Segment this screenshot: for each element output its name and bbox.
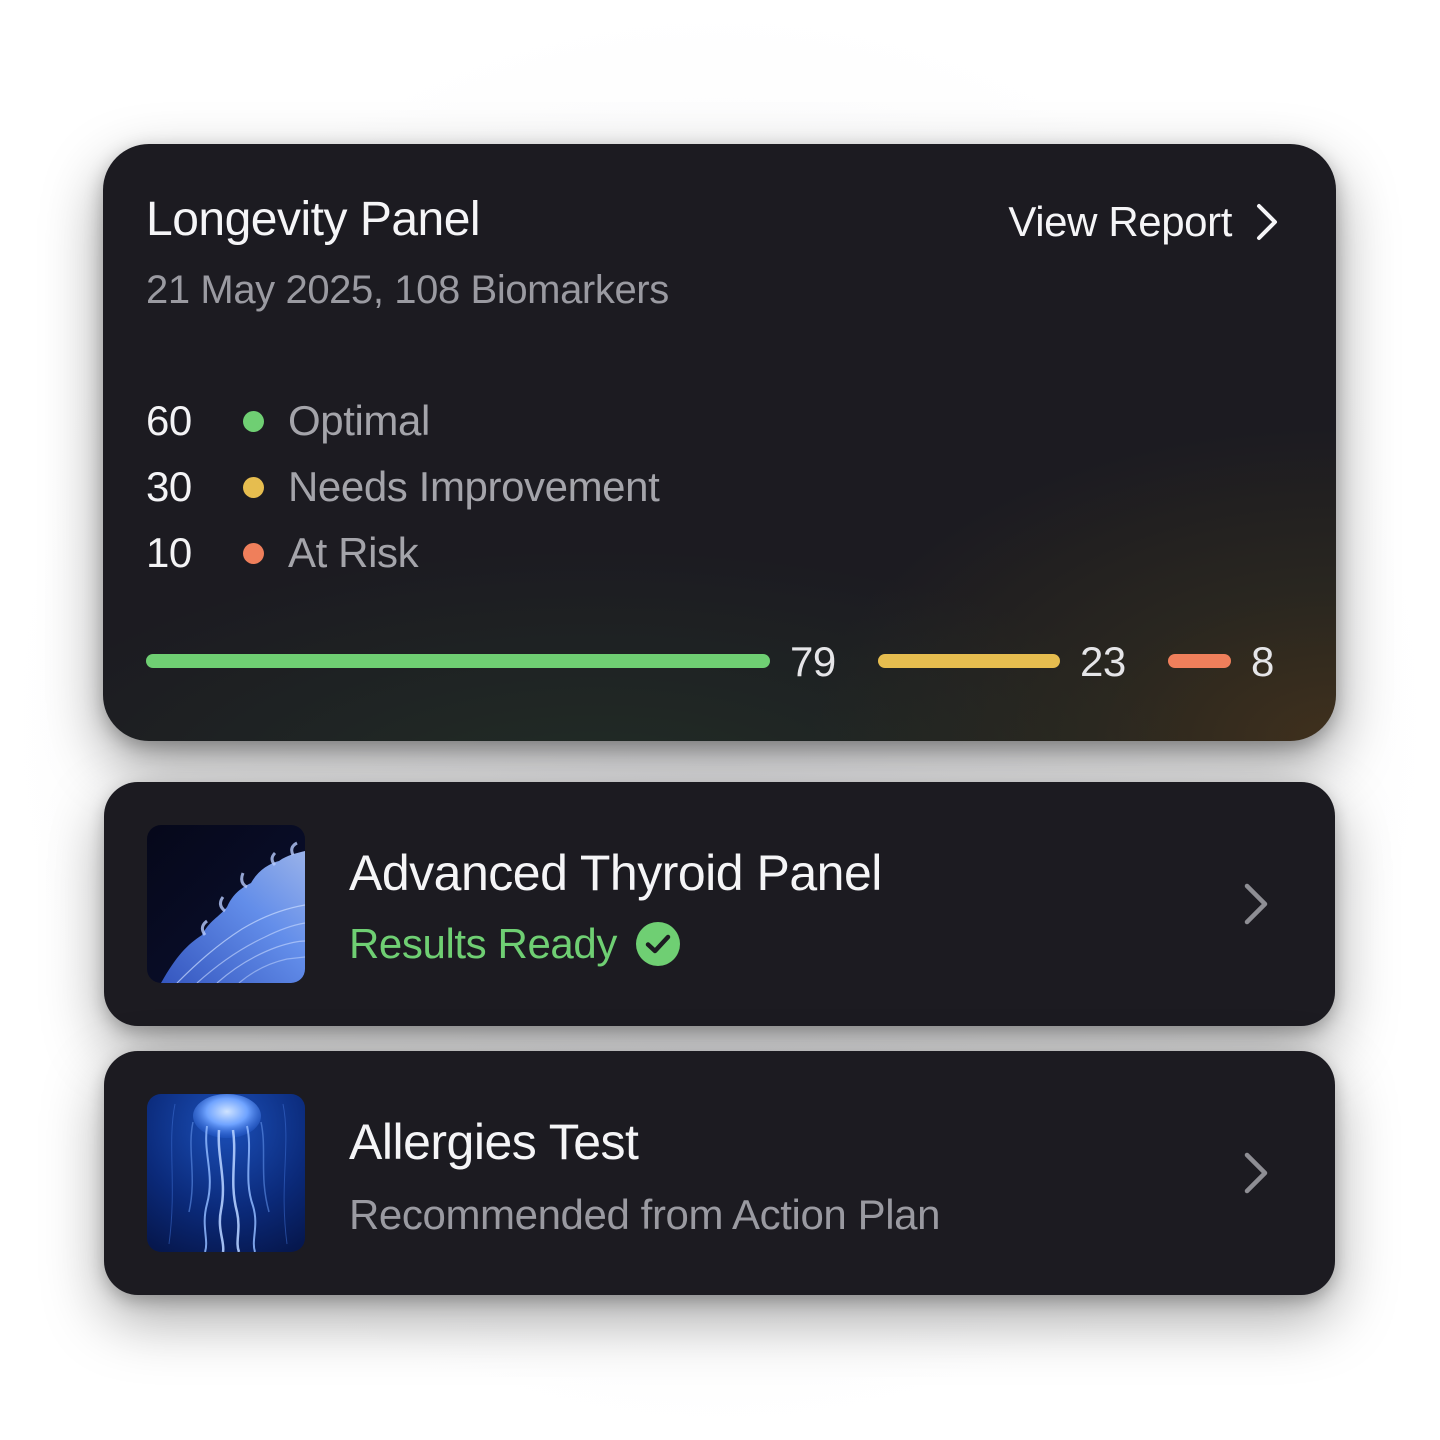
- page: Longevity Panel 21 May 2025, 108 Biomark…: [0, 0, 1440, 1440]
- legend-count: 10: [146, 529, 192, 576]
- results-ready-label: Results Ready: [349, 920, 617, 967]
- test-title: Advanced Thyroid Panel: [349, 845, 882, 901]
- panel-title: Longevity Panel: [146, 193, 481, 246]
- test-status: Results Ready: [349, 920, 681, 968]
- chevron-right-icon: [1257, 204, 1277, 240]
- at-risk-dot-icon: [243, 542, 264, 564]
- test-card-advanced-thyroid-panel[interactable]: Advanced Thyroid Panel Results Ready: [104, 782, 1335, 1026]
- needs-improvement-bar: [878, 654, 1060, 668]
- legend-row-optimal: 60 Optimal: [146, 388, 659, 454]
- legend-row-needs-improvement: 30 Needs Improvement: [146, 454, 660, 520]
- biomarker-distribution-bars: 79 23 8: [146, 638, 1279, 686]
- chevron-right-icon[interactable]: [1243, 1151, 1269, 1195]
- allergies-thumbnail-image: [147, 1094, 305, 1252]
- view-report-label: View Report: [1008, 198, 1232, 245]
- biomarker-legend: 60 Optimal 30 Needs Improvement 10 At Ri…: [146, 388, 660, 586]
- needs-improvement-dot-icon: [243, 476, 264, 498]
- optimal-dot-icon: [243, 410, 264, 432]
- panel-subtitle: 21 May 2025, 108 Biomarkers: [146, 268, 669, 312]
- legend-label: At Risk: [288, 529, 419, 576]
- legend-count: 30: [146, 463, 192, 510]
- at-risk-bar: [1168, 654, 1231, 668]
- view-report-link[interactable]: View Report: [1008, 198, 1278, 246]
- legend-label: Needs Improvement: [288, 463, 660, 510]
- test-title: Allergies Test: [349, 1114, 639, 1170]
- test-card-allergies-test[interactable]: Allergies Test Recommended from Action P…: [104, 1051, 1335, 1295]
- needs-improvement-bar-value: 23: [1080, 638, 1126, 685]
- chevron-right-icon[interactable]: [1243, 882, 1269, 926]
- longevity-panel-card[interactable]: Longevity Panel 21 May 2025, 108 Biomark…: [103, 144, 1336, 741]
- check-circle-icon: [635, 922, 680, 966]
- legend-label: Optimal: [288, 397, 430, 444]
- legend-row-at-risk: 10 At Risk: [146, 520, 659, 586]
- test-subtitle: Recommended from Action Plan: [349, 1191, 941, 1238]
- optimal-bar: [146, 654, 770, 668]
- thyroid-thumbnail-image: [147, 825, 305, 983]
- legend-count: 60: [146, 397, 192, 444]
- at-risk-bar-value: 8: [1251, 638, 1274, 685]
- optimal-bar-value: 79: [790, 638, 836, 685]
